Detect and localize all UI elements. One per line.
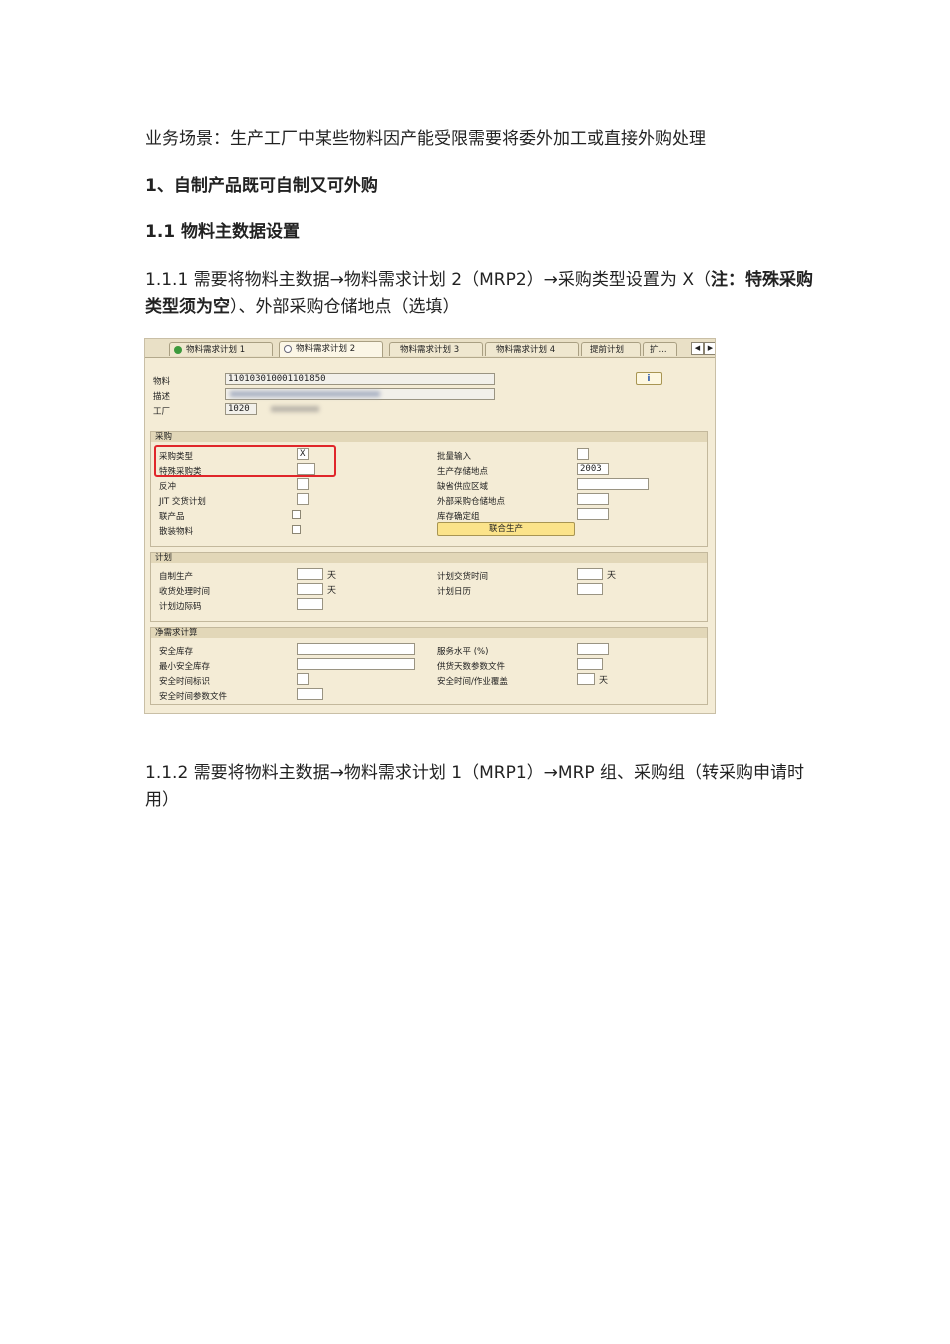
supply-area-field[interactable] [577, 478, 649, 490]
scheduling-group: 计划 [150, 552, 708, 622]
check-icon [174, 346, 182, 354]
coverage-profile-label: 供货天数参数文件 [437, 662, 506, 672]
stock-det-group-label: 库存确定组 [437, 512, 480, 522]
plant-field[interactable]: 1020 [225, 403, 257, 415]
plant-label: 工厂 [153, 407, 171, 417]
supply-area-label: 缺省供应区域 [437, 482, 489, 492]
calendar-label: 计划日历 [437, 587, 472, 597]
ext-storage-label: 外部采购仓储地点 [437, 497, 506, 507]
heading-1-1: 1.1 物料主数据设置 [145, 222, 301, 242]
material-label: 物料 [153, 377, 171, 387]
min-safety-stock-label: 最小安全库存 [159, 662, 211, 672]
tab-label: 物料需求计划 2 [296, 344, 356, 354]
safety-time-profile-label: 安全时间参数文件 [159, 692, 228, 702]
tab-scroll-left-icon[interactable]: ◀ [691, 342, 704, 355]
batch-entry-field[interactable] [577, 448, 589, 460]
inhouse-label: 自制生产 [159, 572, 194, 582]
stock-det-group-field[interactable] [577, 508, 609, 520]
tab-label: 物料需求计划 4 [496, 345, 556, 355]
prod-storage-label: 生产存储地点 [437, 467, 489, 477]
backflush-field[interactable] [297, 478, 309, 490]
tab-label: 物料需求计划 1 [186, 345, 246, 355]
redacted-plant-name [271, 406, 319, 412]
coverage-profile-field[interactable] [577, 658, 603, 670]
gr-time-label: 收货处理时间 [159, 587, 211, 597]
backflush-label: 反冲 [159, 482, 177, 492]
description-label: 描述 [153, 392, 171, 402]
safety-time-field[interactable] [577, 673, 595, 685]
procurement-type-label: 采购类型 [159, 452, 194, 462]
tab-strip: 物料需求计划 1 物料需求计划 2 物料需求计划 3 物料需求计划 4 提前计划… [145, 339, 715, 358]
scheduling-group-title: 计划 [151, 553, 707, 563]
tab-forecast[interactable]: 提前计划 [581, 342, 641, 356]
special-procurement-label: 特殊采购类 [159, 467, 202, 477]
margin-key-label: 计划边际码 [159, 602, 202, 612]
coproduct-label: 联产品 [159, 512, 185, 522]
heading-1: 1、自制产品既可自制又可外购 [145, 176, 378, 196]
net-requirements-group: 净需求计算 [150, 627, 708, 705]
info-icon[interactable]: i [636, 372, 662, 385]
safety-stock-label: 安全库存 [159, 647, 194, 657]
jit-field[interactable] [297, 493, 309, 505]
procurement-group-title: 采购 [151, 432, 707, 442]
safety-time-profile-field[interactable] [297, 688, 323, 700]
calendar-field[interactable] [577, 583, 603, 595]
planned-delivery-label: 计划交货时间 [437, 572, 489, 582]
p111-text-a: 1.1.1 需要将物料主数据→物料需求计划 2（MRP2）→采购类型设置为 X（ [145, 270, 711, 290]
paragraph-1-1-2: 1.1.2 需要将物料主数据→物料需求计划 1（MRP1）→MRP 组、采购组（… [145, 763, 805, 810]
safety-stock-field[interactable] [297, 643, 415, 655]
safety-time-label: 安全时间/作业覆盖 [437, 677, 508, 687]
tab-label: 提前计划 [590, 345, 625, 355]
radio-dot-icon [284, 345, 292, 353]
bulk-material-checkbox[interactable] [292, 525, 301, 534]
tab-mrp4[interactable]: 物料需求计划 4 [485, 342, 579, 356]
batch-entry-label: 批量输入 [437, 452, 472, 462]
p111-text-b: ）、外部采购仓储地点（选填） [230, 297, 460, 317]
margin-key-field[interactable] [297, 598, 323, 610]
bulk-material-label: 散装物料 [159, 527, 194, 537]
service-level-label: 服务水平 (%) [437, 647, 489, 657]
coproduct-checkbox[interactable] [292, 510, 301, 519]
scenario-paragraph: 业务场景：生产工厂中某些物料因产能受限需要将委外加工或直接外购处理 [145, 129, 706, 149]
procurement-type-field[interactable]: X [297, 448, 309, 460]
ext-storage-field[interactable] [577, 493, 609, 505]
safety-time-ind-label: 安全时间标识 [159, 677, 211, 687]
joint-production-button[interactable]: 联合生产 [437, 522, 575, 536]
special-procurement-field[interactable] [297, 463, 315, 475]
info-glyph: i [647, 374, 651, 384]
inhouse-unit: 天 [327, 571, 337, 581]
planned-delivery-field[interactable] [577, 568, 603, 580]
safety-time-unit: 天 [599, 676, 609, 686]
redacted-text [230, 391, 380, 397]
paragraph-1-1-1: 1.1.1 需要将物料主数据→物料需求计划 2（MRP2）→采购类型设置为 X（… [145, 267, 815, 321]
gr-time-field[interactable] [297, 583, 323, 595]
sap-mrp-screenshot: 物料需求计划 1 物料需求计划 2 物料需求计划 3 物料需求计划 4 提前计划… [144, 338, 716, 714]
tab-more[interactable]: 扩... [643, 342, 677, 356]
safety-time-ind-field[interactable] [297, 673, 309, 685]
prod-storage-field[interactable]: 2003 [577, 463, 609, 475]
tab-mrp3[interactable]: 物料需求计划 3 [389, 342, 483, 356]
service-level-field[interactable] [577, 643, 609, 655]
net-requirements-group-title: 净需求计算 [151, 628, 707, 638]
tab-mrp1[interactable]: 物料需求计划 1 [169, 342, 273, 356]
inhouse-field[interactable] [297, 568, 323, 580]
material-field[interactable]: 110103010001101850 [225, 373, 495, 385]
tab-label: 物料需求计划 3 [400, 345, 460, 355]
tab-label: 扩... [650, 345, 667, 355]
gr-time-unit: 天 [327, 586, 337, 596]
tab-mrp2[interactable]: 物料需求计划 2 [279, 341, 383, 357]
jit-label: JIT 交货计划 [159, 497, 206, 507]
tab-scroll-right-icon[interactable]: ▶ [704, 342, 715, 355]
planned-delivery-unit: 天 [607, 571, 617, 581]
min-safety-stock-field[interactable] [297, 658, 415, 670]
description-field[interactable] [225, 388, 495, 400]
